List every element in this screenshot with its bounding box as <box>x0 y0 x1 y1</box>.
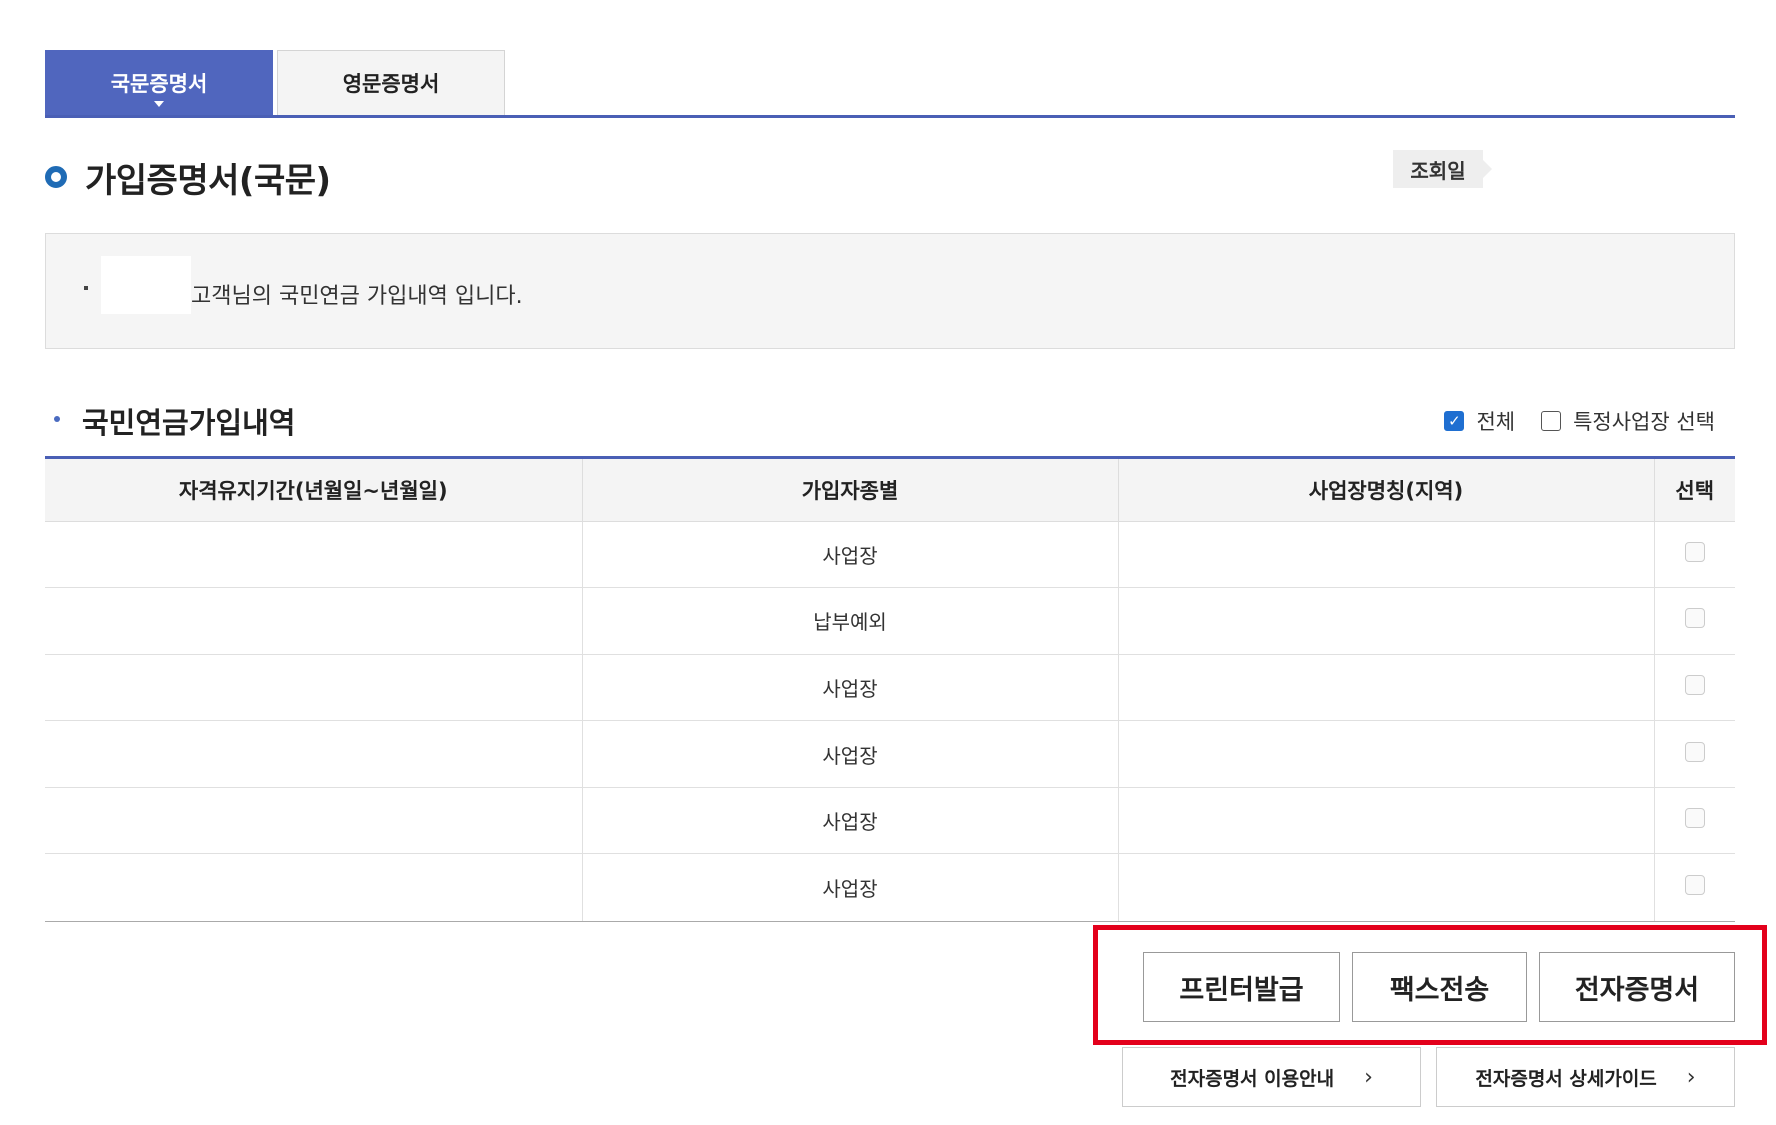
header-select: 선택 <box>1654 459 1735 522</box>
page-title-row: 가입증명서(국문) <box>45 155 331 201</box>
row-checkbox[interactable] <box>1684 875 1705 896</box>
e-certificate-usage-guide-link[interactable]: 전자증명서 이용안내 › <box>1122 1047 1421 1107</box>
row-checkbox[interactable] <box>1684 741 1705 762</box>
header-period: 자격유지기간(년월일~년월일) <box>45 459 583 522</box>
redacted-name <box>101 256 191 314</box>
cell-member-type: 사업장 <box>582 853 1119 921</box>
cell-member-type: 사업장 <box>582 720 1119 788</box>
cell-select <box>1654 587 1735 655</box>
filter-group: ✓ 전체 특정사업장 선택 <box>1444 406 1715 436</box>
cell-member-type: 납부예외 <box>582 587 1119 655</box>
tab-korean-certificate[interactable]: 국문증명서 <box>45 50 273 115</box>
cell-period <box>45 853 583 921</box>
page-title: 가입증명서(국문) <box>85 160 331 201</box>
tab-english-certificate[interactable]: 영문증명서 <box>277 50 505 115</box>
filter-all-label: 전체 <box>1476 410 1516 434</box>
cell-period <box>45 521 583 589</box>
cell-member-type: 사업장 <box>582 654 1119 722</box>
cell-select <box>1654 654 1735 722</box>
cell-member-type: 사업장 <box>582 787 1119 855</box>
cell-period <box>45 720 583 788</box>
chevron-right-icon: › <box>1686 1064 1696 1090</box>
table-row: 사업장 <box>45 654 1735 722</box>
table-row: 사업장 <box>45 787 1735 855</box>
row-checkbox[interactable] <box>1684 541 1705 562</box>
ring-bullet-icon <box>45 166 67 188</box>
guide-detail-label: 전자증명서 상세가이드 <box>1475 1067 1657 1090</box>
chevron-right-icon: › <box>1364 1064 1373 1090</box>
section-header: 국민연금가입내역 ✓ 전체 특정사업장 선택 <box>45 398 1735 442</box>
fax-send-button[interactable]: 팩스전송 <box>1352 952 1527 1022</box>
bullet-icon <box>84 286 88 290</box>
header-workplace: 사업장명칭(지역) <box>1118 459 1655 522</box>
guide-usage-label: 전자증명서 이용안내 <box>1170 1067 1335 1090</box>
info-text: 고객님의 국민연금 가입내역 입니다. <box>191 284 523 309</box>
dot-bullet-icon <box>54 416 60 422</box>
checkbox-checked-icon[interactable]: ✓ <box>1444 411 1465 431</box>
cell-select <box>1654 787 1735 855</box>
tab-label: 영문증명서 <box>342 72 440 96</box>
filter-specific-label: 특정사업장 선택 <box>1573 410 1715 434</box>
enrollment-table: 자격유지기간(년월일~년월일) 가입자종별 사업장명칭(지역) 선택 사업장 납… <box>45 456 1735 922</box>
row-checkbox[interactable] <box>1684 608 1705 629</box>
e-certificate-button[interactable]: 전자증명서 <box>1539 952 1735 1022</box>
cell-member-type: 사업장 <box>582 521 1119 589</box>
printer-issue-button[interactable]: 프린터발급 <box>1143 952 1340 1022</box>
e-certificate-detail-guide-link[interactable]: 전자증명서 상세가이드 › <box>1436 1047 1735 1107</box>
table-row: 사업장 <box>45 521 1735 589</box>
table-header-row: 자격유지기간(년월일~년월일) 가입자종별 사업장명칭(지역) 선택 <box>45 459 1735 522</box>
table-row: 사업장 <box>45 720 1735 788</box>
section-title: 국민연금가입내역 <box>82 406 296 440</box>
cell-workplace <box>1118 587 1655 655</box>
cell-period <box>45 787 583 855</box>
info-box: 고객님의 국민연금 가입내역 입니다. <box>45 233 1735 349</box>
cell-period <box>45 587 583 655</box>
row-checkbox[interactable] <box>1684 674 1705 695</box>
cell-workplace <box>1118 720 1655 788</box>
inquiry-date-badge: 조회일 <box>1393 150 1492 188</box>
cell-select <box>1654 720 1735 788</box>
tab-label: 국문증명서 <box>110 71 208 96</box>
table-row: 납부예외 <box>45 587 1735 655</box>
filter-specific-workplace[interactable]: 특정사업장 선택 <box>1541 406 1715 436</box>
certificate-tabs: 국문증명서 영문증명서 <box>45 50 1735 118</box>
table-row: 사업장 <box>45 853 1735 921</box>
filter-all[interactable]: ✓ 전체 <box>1444 406 1515 436</box>
cell-workplace <box>1118 853 1655 921</box>
cell-select <box>1654 853 1735 921</box>
caret-down-icon <box>154 101 164 107</box>
row-checkbox[interactable] <box>1684 808 1705 829</box>
cell-workplace <box>1118 521 1655 589</box>
header-member-type: 가입자종별 <box>582 459 1119 522</box>
checkbox-unchecked-icon[interactable] <box>1541 411 1562 431</box>
cell-period <box>45 654 583 722</box>
cell-workplace <box>1118 787 1655 855</box>
cell-select <box>1654 521 1735 589</box>
cell-workplace <box>1118 654 1655 722</box>
